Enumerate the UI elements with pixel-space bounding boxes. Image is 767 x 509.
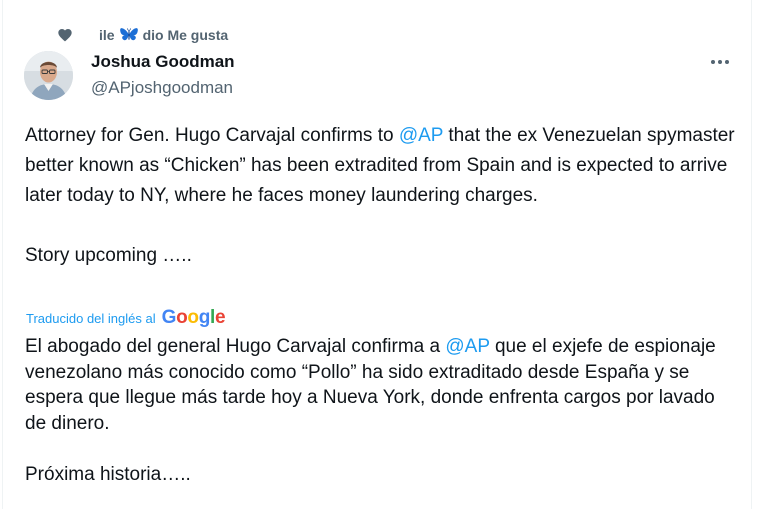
google-logo: Google — [161, 307, 226, 328]
butterfly-icon — [119, 28, 138, 41]
heart-icon — [58, 29, 72, 42]
tweet-card[interactable]: ile dio Me gusta Joshua Goodman @APjoshg… — [2, 0, 752, 509]
tweet-footer-text: Story upcoming ….. — [25, 245, 192, 266]
tweet-text-part: Attorney for Gen. Hugo Carvajal confirms… — [25, 125, 399, 146]
social-context-prefix: ile — [99, 27, 115, 43]
social-context-suffix: dio Me gusta — [142, 27, 229, 43]
dot-icon — [718, 60, 722, 64]
tweet-text: Attorney for Gen. Hugo Carvajal confirms… — [25, 121, 735, 271]
dot-icon — [711, 60, 715, 64]
translated-footer-text: Próxima historia….. — [25, 463, 191, 485]
translated-text-part: El abogado del general Hugo Carvajal con… — [25, 336, 446, 357]
dot-icon — [725, 60, 729, 64]
mention-link[interactable]: @AP — [445, 336, 489, 357]
translated-label: Traducido del inglés al — [26, 310, 156, 326]
author-name[interactable]: Joshua Goodman — [91, 52, 235, 72]
author-handle[interactable]: @APjoshgoodman — [91, 78, 233, 98]
translated-from-link[interactable]: Traducido del inglés al Google — [26, 305, 226, 331]
mention-link[interactable]: @AP — [399, 125, 443, 146]
avatar[interactable] — [24, 51, 73, 100]
more-options-button[interactable] — [705, 50, 735, 74]
avatar-image — [24, 51, 73, 100]
translated-tweet-text: El abogado del general Hugo Carvajal con… — [25, 334, 740, 487]
social-context[interactable]: ile dio Me gusta — [57, 25, 228, 45]
